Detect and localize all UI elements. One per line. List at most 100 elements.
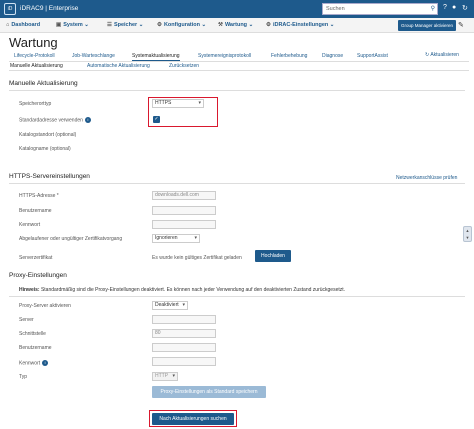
tab-troubleshooting[interactable]: Fehlerbehebung: [271, 53, 307, 59]
config-icon: ⚙: [157, 22, 162, 28]
top-bar: iD iDRAC9 | Enterprise Suchen ⚲ ? ● ↻: [0, 0, 474, 18]
hint-text: Standardmäßig sind die Proxy-Einstellung…: [40, 287, 346, 293]
certificate-action-value: Ignorieren: [155, 235, 178, 241]
username-label: Benutzername: [19, 208, 52, 214]
proxy-password-input[interactable]: [152, 357, 216, 366]
idrac-logo: iD: [4, 3, 16, 15]
proxy-username-label: Benutzername: [19, 345, 52, 351]
proxy-port-input[interactable]: 80: [152, 329, 216, 338]
proxy-enable-label: Proxy-Server aktivieren: [19, 303, 71, 309]
user-icon[interactable]: ●: [452, 4, 456, 11]
save-proxy-default-button[interactable]: Proxy-Einstellungen als Standard speiche…: [152, 386, 266, 398]
nav-label: System: [63, 22, 83, 28]
proxy-settings-heading: Proxy-Einstellungen: [9, 272, 67, 279]
info-icon[interactable]: i: [42, 360, 49, 366]
proxy-server-input[interactable]: [152, 315, 216, 324]
settings-icon: ⚙: [266, 22, 271, 28]
update-subtabs: Manuelle Aktualisierung Automatische Akt…: [9, 62, 469, 71]
password-input[interactable]: [152, 220, 216, 229]
manual-update-heading: Manuelle Aktualisierung: [9, 80, 78, 87]
subtab-reset[interactable]: Zurücksetzen: [169, 63, 199, 69]
nav-label: Dashboard: [11, 22, 41, 28]
proxy-type-select[interactable]: HTTP ▾: [152, 372, 178, 381]
search-input[interactable]: Suchen ⚲: [322, 3, 438, 15]
proxy-hint: Hinweis: Standardmäßig sind die Proxy-Ei…: [19, 287, 345, 293]
proxy-username-input[interactable]: [152, 343, 216, 352]
divider: [9, 296, 465, 297]
scroll-handle[interactable]: ▲ ▼: [463, 226, 472, 242]
proxy-server-label: Server: [19, 317, 34, 323]
storage-type-select[interactable]: HTTPS ▾: [152, 99, 204, 108]
home-icon: ⌂: [6, 22, 10, 28]
certificate-action-select[interactable]: Ignorieren ▾: [152, 234, 200, 243]
refresh-label: Aktualisieren: [430, 52, 459, 58]
subtab-automatic-update[interactable]: Automatische Aktualisierung: [87, 63, 150, 69]
search-icon[interactable]: ⚲: [431, 4, 435, 14]
refresh-link[interactable]: ↻ Aktualisieren: [425, 52, 459, 58]
storage-icon: ☰: [107, 22, 112, 28]
catalog-location-label: Katalogstandort (optional): [19, 132, 77, 138]
nav-idrac-settings[interactable]: ⚙ iDRAC-Einstellungen ⌄: [266, 22, 334, 28]
check-network-ports-link[interactable]: Netzwerkanschlüsse prüfen: [396, 175, 457, 181]
divider: [9, 183, 465, 184]
storage-type-value: HTTPS: [155, 100, 172, 106]
refresh-icon: ↻: [425, 52, 430, 58]
nav-dashboard[interactable]: ⌂ Dashboard: [6, 22, 40, 28]
check-updates-button[interactable]: Nach Aktualisierungen suchen: [152, 413, 234, 425]
server-icon: ▣: [56, 22, 62, 28]
server-certificate-label: Serverzertifikat: [19, 255, 53, 261]
server-certificate-status: Es wurde kein gültiges Zertifikat gelade…: [152, 255, 242, 261]
default-address-text: Standardadresse verwenden: [19, 117, 83, 124]
proxy-enable-select[interactable]: Deaktiviert ▾: [152, 301, 188, 310]
tab-job-queue[interactable]: Job-Warteschlange: [72, 53, 115, 59]
nav-storage[interactable]: ☰ Speicher ⌄: [107, 22, 143, 28]
certificate-action-label: Abgelaufener oder ungültiger Zertifikatv…: [19, 236, 123, 242]
proxy-type-value: HTTP: [155, 373, 169, 379]
storage-type-label: Speicherorttyp: [19, 101, 52, 107]
username-input[interactable]: [152, 206, 216, 215]
tab-supportassist[interactable]: SupportAssist: [357, 53, 388, 59]
https-settings-heading: HTTPS-Servereinstellungen: [9, 173, 90, 180]
chevron-down-icon: ▾: [182, 302, 185, 308]
nav-label: Wartung: [224, 22, 248, 28]
refresh-icon[interactable]: ↻: [462, 4, 468, 12]
tab-diagnostics[interactable]: Diagnose: [322, 53, 343, 59]
page-title: Wartung: [9, 35, 58, 50]
tab-system-update[interactable]: Systemaktualisierung: [132, 53, 180, 61]
main-nav: ⌂ Dashboard ▣ System ⌄ ☰ Speicher ⌄ ⚙ Konfig…: [0, 18, 474, 33]
divider: [9, 90, 465, 91]
wrench-icon: ⚒: [218, 22, 223, 28]
maintenance-tabs: Lifecycle-Protokoll Job-Warteschlange Sy…: [9, 52, 469, 62]
chevron-down-icon: ▾: [194, 235, 197, 241]
help-icon[interactable]: ?: [443, 4, 447, 11]
chevron-down-icon: ▾: [198, 100, 201, 106]
https-address-label: HTTPS-Adresse *: [19, 193, 59, 199]
proxy-password-text: Kennwort: [19, 360, 41, 367]
tab-system-event-log[interactable]: Systemereignisprotokoll: [198, 53, 251, 59]
proxy-type-label: Typ: [19, 374, 28, 380]
proxy-enable-value: Deaktiviert: [155, 302, 179, 308]
default-address-checkbox[interactable]: ✓: [153, 116, 160, 123]
subtab-manual-update[interactable]: Manuelle Aktualisierung: [10, 63, 63, 69]
chevron-down-icon: ▾: [172, 373, 175, 379]
search-placeholder: Suchen: [326, 6, 345, 12]
nav-system[interactable]: ▣ System ⌄: [56, 22, 89, 28]
nav-configuration[interactable]: ⚙ Konfiguration ⌄: [157, 22, 206, 28]
app-title: iDRAC9 | Enterprise: [20, 5, 79, 12]
nav-maintenance[interactable]: ⚒ Wartung ⌄: [218, 22, 253, 28]
catalog-name-label: Katalogname (optional): [19, 146, 71, 152]
tab-lifecycle-log[interactable]: Lifecycle-Protokoll: [14, 53, 55, 59]
proxy-port-label: Schnittstelle: [19, 331, 46, 337]
password-label: Kennwort: [19, 222, 41, 228]
nav-label: iDRAC-Einstellungen: [272, 22, 329, 28]
upload-button[interactable]: Hochladen: [255, 250, 291, 262]
info-icon[interactable]: i: [84, 117, 91, 123]
edit-icon[interactable]: ✎: [458, 21, 464, 29]
nav-label: Speicher: [113, 22, 138, 28]
group-manager-button[interactable]: Group Manager aktivieren: [398, 20, 457, 31]
proxy-password-label: Kennwort i: [19, 360, 49, 367]
https-address-input[interactable]: downloads.dell.com: [152, 191, 216, 200]
nav-label: Konfiguration: [163, 22, 200, 28]
hint-label: Hinweis:: [19, 287, 40, 293]
default-address-label: Standardadresse verwenden i: [19, 117, 91, 123]
